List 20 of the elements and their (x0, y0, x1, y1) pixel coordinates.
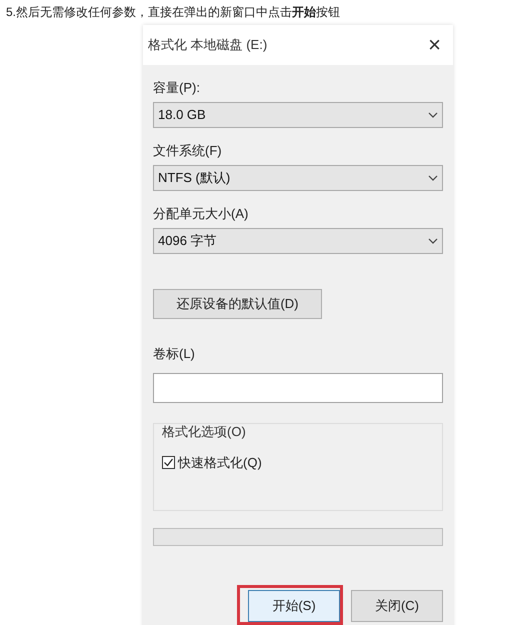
chevron-down-icon (428, 112, 438, 118)
dialog-button[interactable]: 开始(S) (248, 590, 340, 622)
checkbox[interactable] (162, 456, 175, 470)
dialog-button[interactable]: 关闭(C) (351, 590, 443, 622)
field-label: 分配单元大小(A) (153, 205, 250, 223)
dropdown[interactable]: 4096 字节 (153, 228, 443, 254)
chevron-down-icon (428, 238, 438, 244)
field-label: 文件系统(F) (153, 142, 223, 160)
dropdown[interactable]: NTFS (默认) (153, 165, 443, 191)
restore-defaults-button[interactable]: 还原设备的默认值(D) (153, 289, 322, 319)
dropdown[interactable]: 18.0 GB (153, 102, 443, 128)
checkbox-label: 快速格式化(Q) (178, 454, 262, 472)
group-title: 格式化选项(O) (162, 423, 247, 441)
instruction-text: 5.然后无需修改任何参数，直接在弹出的新窗口中点击开始按钮 (6, 5, 340, 19)
field-label: 卷标(L) (153, 345, 196, 363)
volume-label-field[interactable] (153, 373, 443, 403)
field-label: 容量(P): (153, 79, 201, 97)
window-title: 格式化 本地磁盘 (E:) (148, 36, 268, 54)
close-button[interactable]: × (424, 34, 445, 56)
chevron-down-icon (428, 175, 438, 181)
